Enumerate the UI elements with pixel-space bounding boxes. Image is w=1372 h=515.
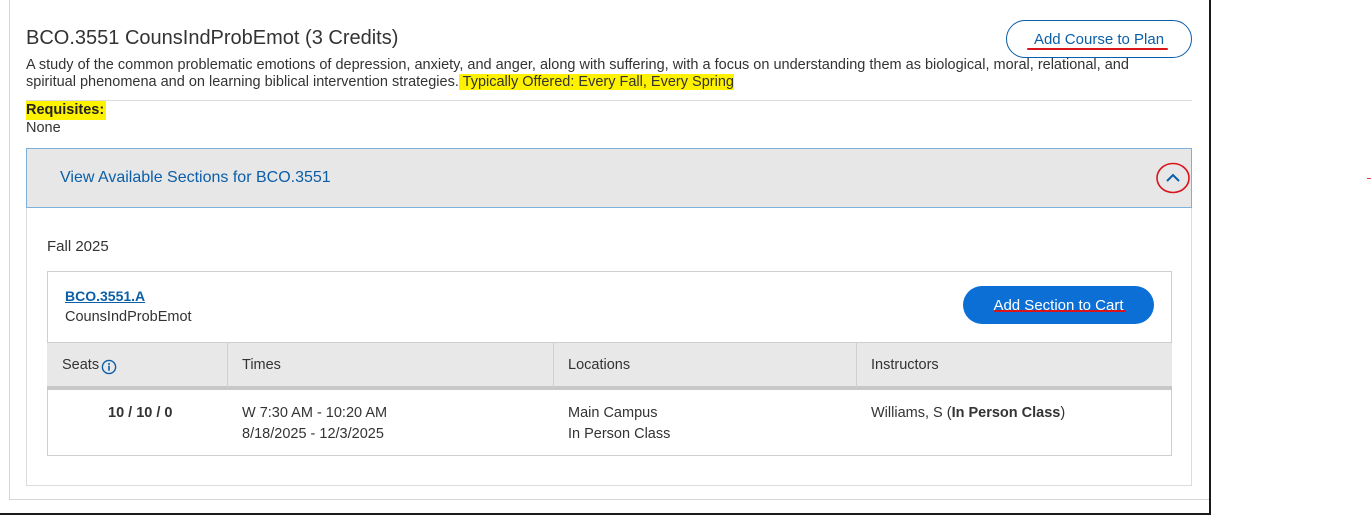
requisites-label: Requisites: (26, 101, 107, 120)
frame-left-border (9, 0, 10, 500)
info-icon[interactable] (101, 359, 117, 375)
instructor-method: In Person Class (951, 405, 1061, 421)
meeting-time: W 7:30 AM - 10:20 AM (242, 405, 388, 421)
location-method: In Person Class (568, 426, 671, 442)
column-separator (553, 342, 554, 388)
column-header-locations: Locations (568, 357, 631, 373)
requisites-value: None (26, 120, 61, 136)
instructor-close: ) (1060, 405, 1066, 421)
column-header-instructors: Instructors (871, 357, 939, 373)
meeting-dates: 8/18/2025 - 12/3/2025 (242, 426, 384, 442)
course-title: BCO.3551 CounsIndProbEmot (3 Credits) (26, 27, 399, 49)
annotation-underline (1027, 48, 1168, 50)
frame-bottom-border (9, 499, 1209, 500)
typically-offered: Typically Offered: Every Fall, Every Spr… (458, 74, 734, 90)
column-separator (856, 342, 857, 388)
divider (26, 100, 1192, 101)
add-course-to-plan-label: Add Course to Plan (1033, 30, 1165, 48)
section-id-link[interactable]: BCO.3551.A (65, 288, 145, 304)
section-name: CounsIndProbEmot (65, 309, 192, 325)
location-campus: Main Campus (568, 405, 658, 421)
annotation-underline (994, 310, 1126, 312)
column-header-times: Times (242, 357, 281, 373)
instructor-name: Williams, S ( (871, 405, 952, 421)
column-header-seats: Seats (62, 357, 100, 373)
course-description: A study of the common problematic emotio… (26, 57, 1176, 91)
annotation-mark (1367, 178, 1371, 179)
add-section-to-cart-button[interactable]: Add Section to Cart (963, 286, 1154, 324)
chevron-up-icon[interactable] (1155, 161, 1191, 195)
seats-value: 10 / 10 / 0 (108, 405, 173, 421)
add-course-to-plan-button[interactable]: Add Course to Plan (1006, 20, 1192, 58)
term-label: Fall 2025 (47, 238, 109, 255)
instructor: Williams, S (In Person Class) (871, 405, 1065, 421)
view-sections-label: View Available Sections for BCO.3551 (60, 169, 331, 186)
column-separator (227, 342, 228, 388)
view-sections-toggle[interactable]: View Available Sections for BCO.3551 (26, 148, 1192, 208)
